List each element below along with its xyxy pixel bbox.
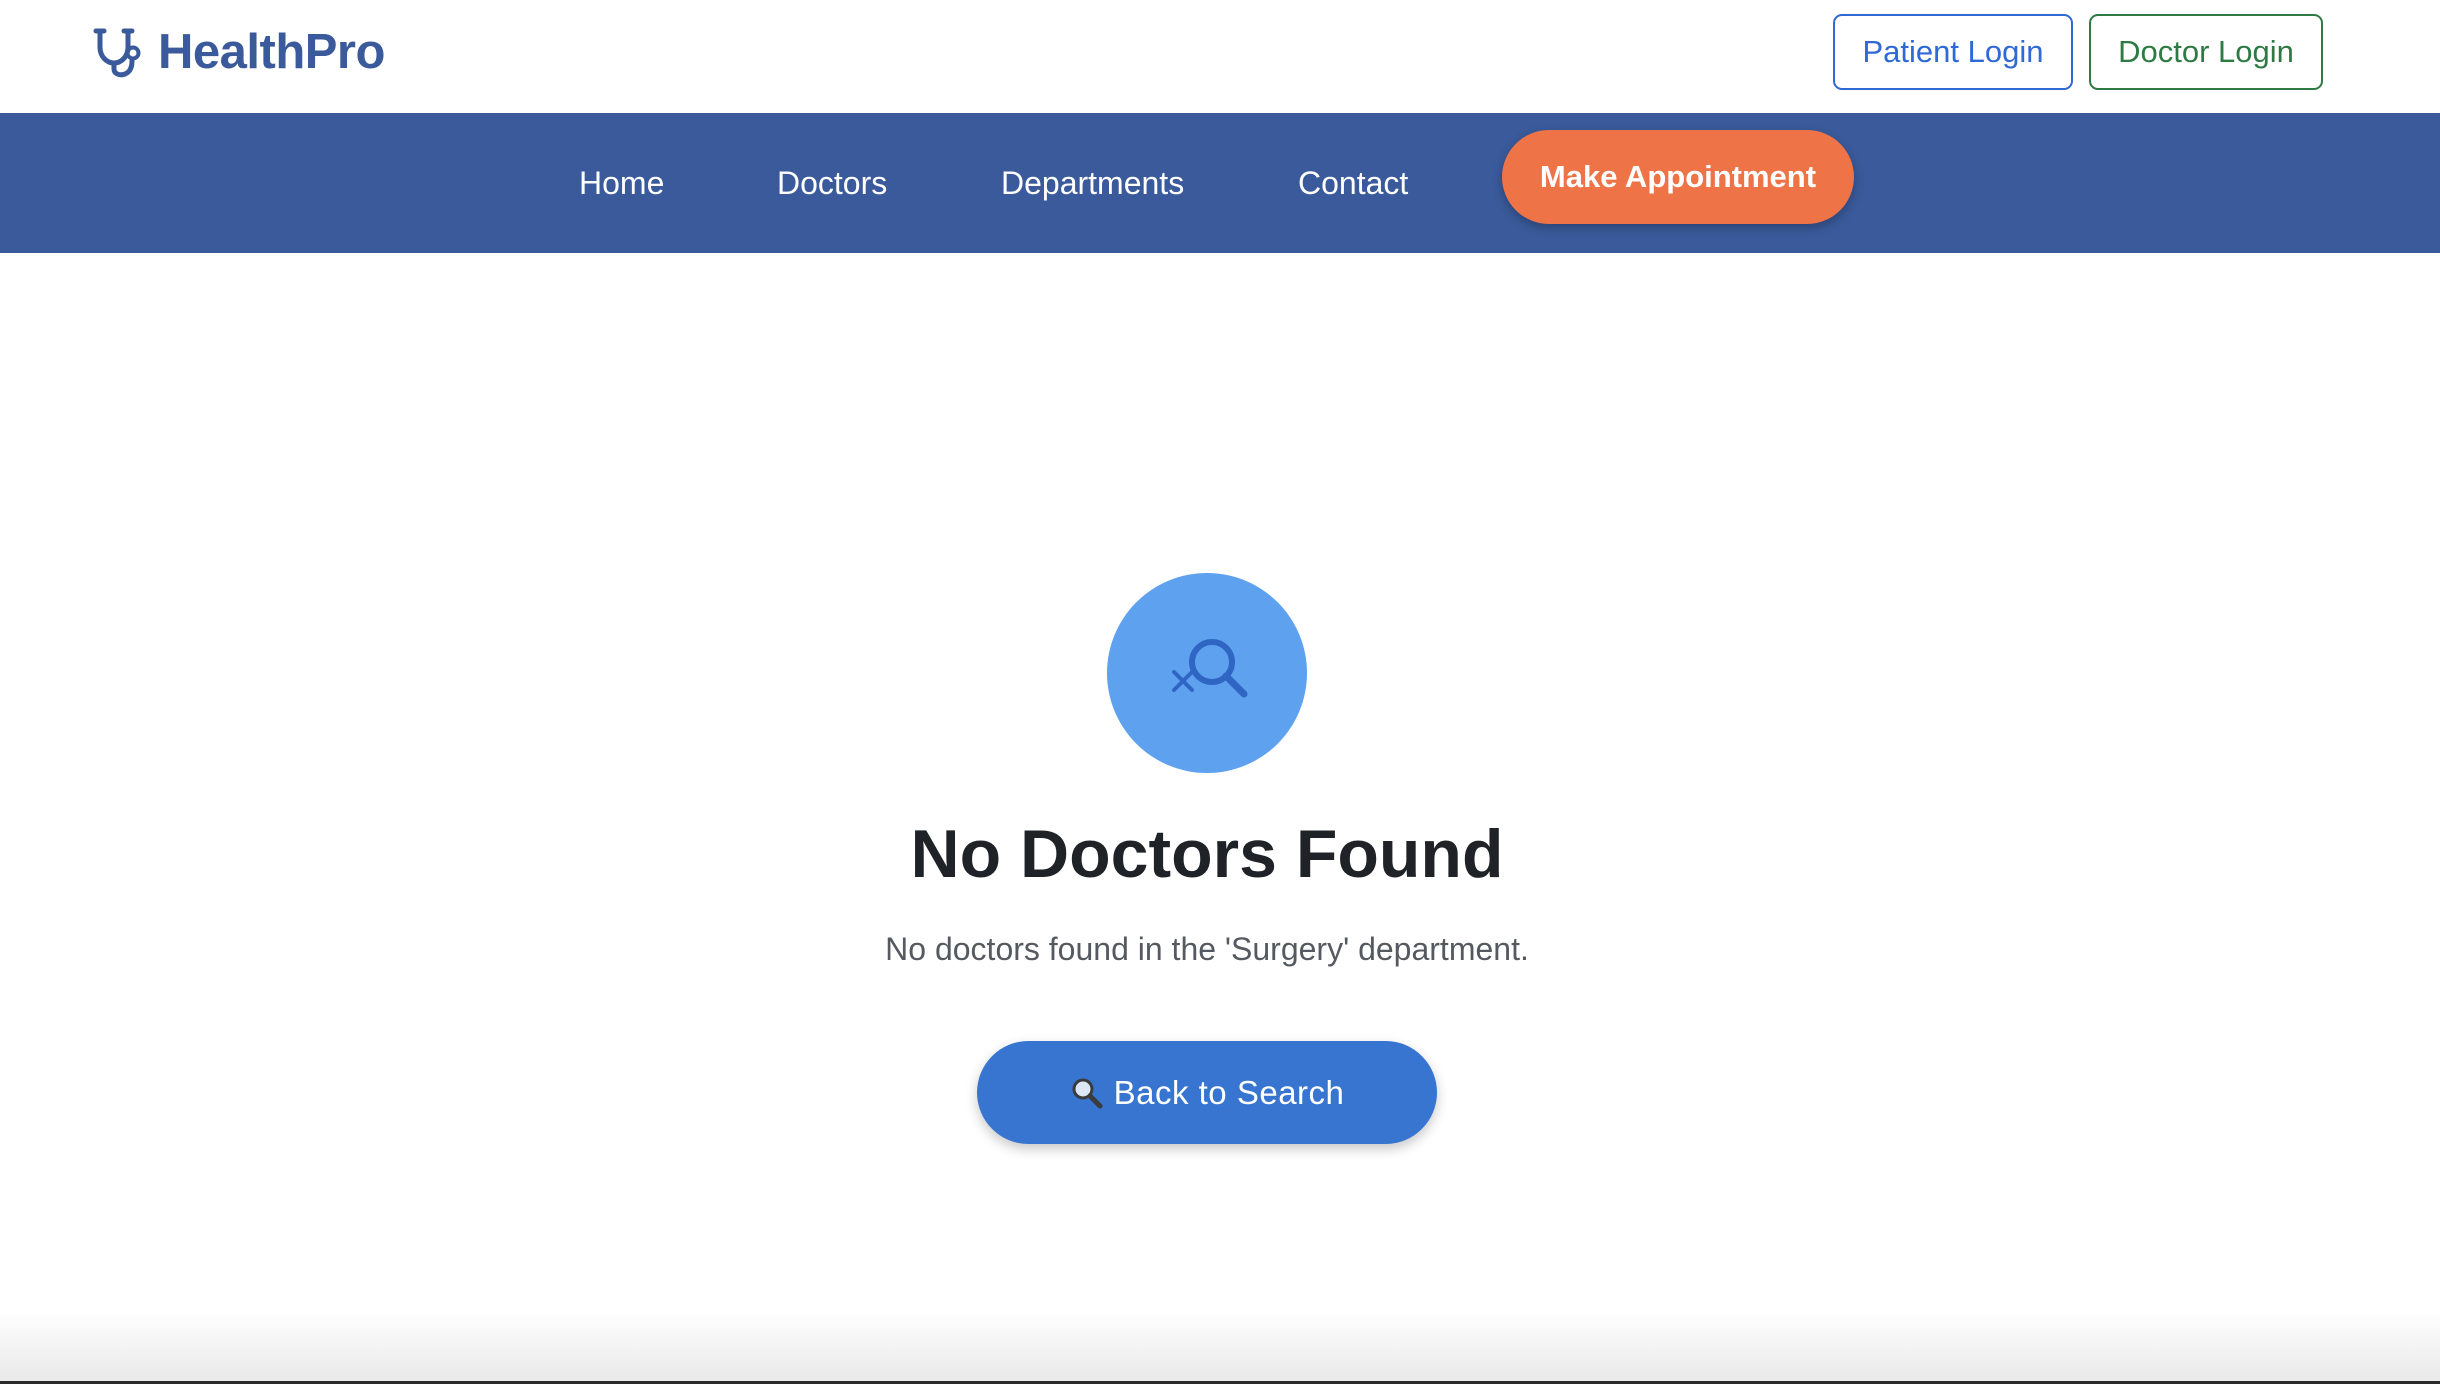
bottom-fade xyxy=(0,1310,2440,1384)
brand-logo-link[interactable]: HealthPro xyxy=(90,22,385,82)
main-nav: Home Doctors Departments Contact Make Ap… xyxy=(0,113,2440,253)
patient-login-button[interactable]: Patient Login xyxy=(1833,14,2073,90)
top-header: HealthPro Patient Login Doctor Login xyxy=(0,0,2440,113)
nav-link-departments[interactable]: Departments xyxy=(1001,113,1184,253)
stethoscope-icon xyxy=(93,28,141,78)
search-not-found-icon xyxy=(1172,639,1248,698)
nav-link-contact[interactable]: Contact xyxy=(1298,113,1408,253)
empty-state-message: No doctors found in the 'Surgery' depart… xyxy=(885,931,1529,967)
make-appointment-button[interactable]: Make Appointment xyxy=(1502,130,1854,224)
empty-state-icon-circle xyxy=(1107,573,1307,773)
brand-name: HealthPro xyxy=(158,25,385,79)
nav-link-doctors[interactable]: Doctors xyxy=(777,113,887,253)
empty-state-title: No Doctors Found xyxy=(910,816,1504,892)
magnifying-glass-icon xyxy=(1072,1078,1103,1108)
back-to-search-button[interactable]: Back to Search xyxy=(977,1041,1437,1144)
back-to-search-label: Back to Search xyxy=(1113,1073,1345,1111)
nav-link-home[interactable]: Home xyxy=(579,113,664,253)
doctor-login-button[interactable]: Doctor Login xyxy=(2089,14,2323,90)
